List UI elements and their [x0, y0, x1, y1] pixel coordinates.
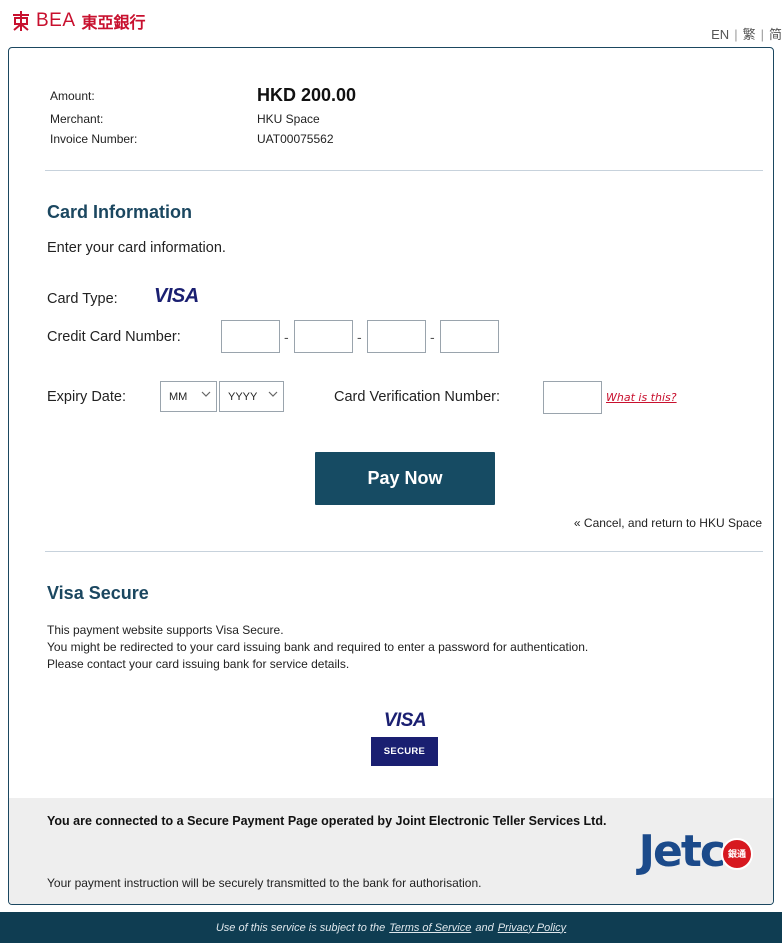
cvn-input[interactable] — [543, 381, 602, 414]
language-switcher: EN | 繁 | 简 — [711, 27, 782, 42]
card-info-instruction: Enter your card information. — [47, 240, 226, 256]
expiry-month-select[interactable]: MM — [160, 381, 217, 412]
footer-and: and — [475, 921, 494, 934]
bea-logo[interactable]: BEA 東亞銀行 — [12, 8, 146, 34]
expiry-label: Expiry Date: — [47, 389, 126, 405]
card-number-input-3[interactable] — [367, 320, 426, 353]
expiry-year-select[interactable]: YYYY — [219, 381, 284, 412]
visa-secure-logo: VISA SECURE — [371, 710, 439, 766]
terms-of-service-link[interactable]: Terms of Service — [389, 922, 471, 934]
amount-value: HKD 200.00 — [257, 85, 357, 105]
privacy-policy-link[interactable]: Privacy Policy — [498, 922, 566, 934]
footer-prefix: Use of this service is subject to the — [215, 921, 386, 934]
lang-tc-link[interactable]: 繁 — [743, 27, 756, 42]
visa-secure-title: Visa Secure — [47, 583, 149, 603]
divider — [45, 170, 763, 171]
bea-emblem-icon — [13, 11, 29, 31]
visa-secure-line-1: This payment website supports Visa Secur… — [47, 623, 284, 637]
pay-now-button[interactable]: Pay Now — [315, 452, 495, 505]
chevron-down-icon — [268, 391, 278, 397]
jetco-badge: 銀通 — [721, 837, 753, 870]
bea-brand-chinese: 東亞銀行 — [81, 13, 146, 32]
merchant-label: Merchant: — [50, 112, 104, 126]
card-number-separator: - — [284, 329, 289, 345]
lang-en-link[interactable]: EN — [711, 27, 729, 42]
jetco-logo-text: Jetc — [638, 826, 726, 877]
secure-notice-note: Your payment instruction will be securel… — [47, 876, 482, 890]
secure-notice-text: You are connected to a Secure Payment Pa… — [47, 814, 607, 828]
card-number-label: Credit Card Number: — [47, 329, 181, 345]
card-number-input-4[interactable] — [440, 320, 499, 353]
card-number-input-1[interactable] — [221, 320, 280, 353]
card-number-separator: - — [430, 329, 435, 345]
secure-notice-panel: You are connected to a Secure Payment Pa… — [9, 798, 773, 904]
visa-secure-line-3: Please contact your card issuing bank fo… — [47, 657, 350, 671]
expiry-year-value: YYYY — [228, 390, 258, 403]
visa-secure-line-2: You might be redirected to your card iss… — [47, 640, 589, 654]
visa-card-type-logo: VISA — [154, 285, 199, 307]
card-number-input-2[interactable] — [294, 320, 353, 353]
card-type-label: Card Type: — [47, 291, 118, 307]
payment-panel: Amount: HKD 200.00 Merchant: HKU Space I… — [8, 47, 774, 905]
expiry-month-value: MM — [169, 390, 188, 403]
bea-brand-text: BEA — [36, 10, 76, 31]
chevron-down-icon — [201, 391, 211, 397]
card-number-separator: - — [357, 329, 362, 345]
merchant-value: HKU Space — [257, 112, 320, 126]
amount-label: Amount: — [50, 89, 95, 103]
card-info-title: Card Information — [47, 202, 193, 222]
invoice-value: UAT00075562 — [257, 132, 334, 146]
invoice-label: Invoice Number: — [50, 132, 138, 146]
cancel-return-link[interactable]: « Cancel, and return to HKU Space — [574, 516, 762, 530]
visa-secure-badge: SECURE — [371, 737, 438, 766]
cvn-label: Card Verification Number: — [334, 389, 501, 405]
divider — [45, 551, 763, 552]
lang-sc-link[interactable]: 简 — [769, 27, 782, 42]
jetco-logo: Jetc 銀通 — [639, 826, 753, 877]
visa-secure-logo-word: VISA — [383, 710, 427, 731]
what-is-this-link[interactable]: What is this? — [606, 391, 677, 404]
footer-bar: Use of this service is subject to the Te… — [0, 912, 782, 943]
